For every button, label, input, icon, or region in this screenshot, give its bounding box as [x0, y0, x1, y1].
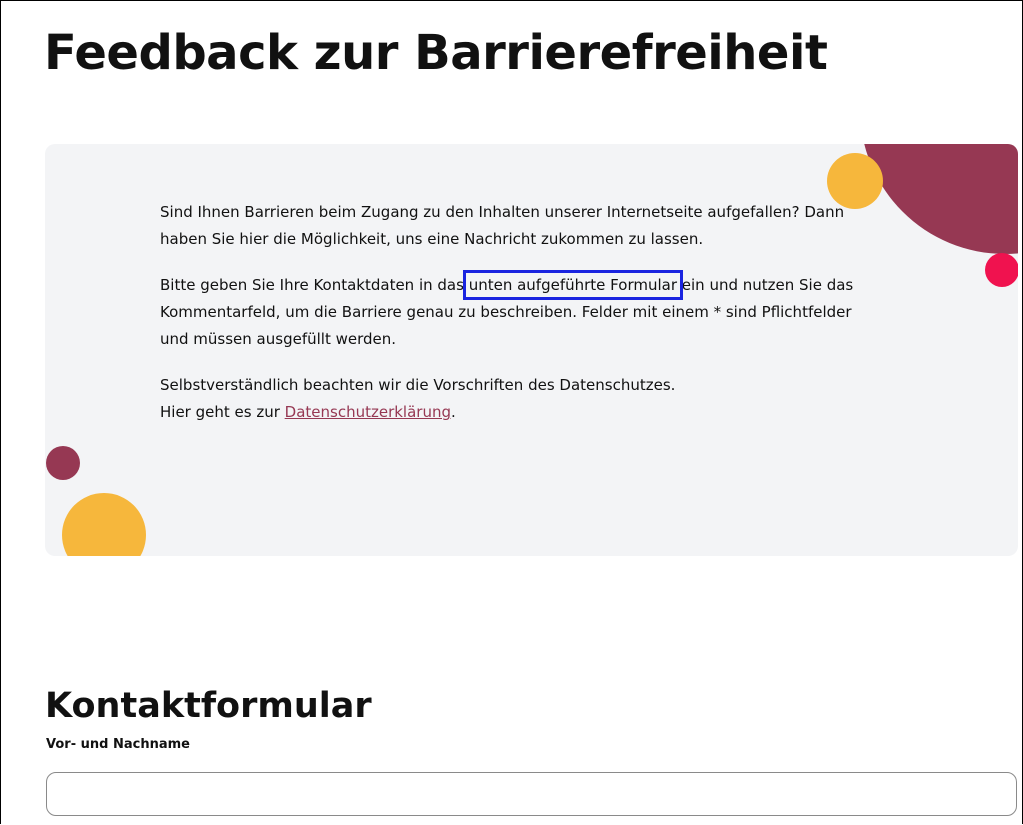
decorative-circle-yellow-bottom — [62, 493, 146, 556]
intro-paragraph-3: Selbstverständlich beachten wir die Vors… — [160, 372, 880, 426]
intro-text: Sind Ihnen Barrieren beim Zugang zu den … — [160, 199, 880, 426]
page-title: Feedback zur Barrierefreiheit — [44, 25, 828, 81]
decorative-circle-maroon-small — [46, 446, 80, 480]
privacy-statement: Selbstverständlich beachten wir die Vors… — [160, 376, 676, 394]
intro-paragraph-2-start: Bitte geben Sie Ihre Kontaktdaten in das — [160, 276, 469, 294]
decorative-circle-pink — [985, 253, 1018, 287]
intro-paragraph-2: Bitte geben Sie Ihre Kontaktdaten in das… — [160, 270, 880, 353]
name-input[interactable] — [46, 772, 1017, 816]
privacy-prefix: Hier geht es zur — [160, 403, 285, 421]
privacy-policy-link[interactable]: Datenschutzerklärung — [285, 403, 451, 421]
name-field-label: Vor- und Nachname — [46, 737, 190, 752]
decorative-circle-maroon-large — [860, 144, 1018, 254]
privacy-suffix: . — [451, 403, 456, 421]
contact-form-title: Kontaktformular — [45, 686, 372, 726]
intro-box: Sind Ihnen Barrieren beim Zugang zu den … — [45, 144, 1018, 556]
intro-paragraph-1: Sind Ihnen Barrieren beim Zugang zu den … — [160, 203, 845, 248]
highlighted-form-reference: unten aufgeführte Formular — [462, 270, 684, 300]
